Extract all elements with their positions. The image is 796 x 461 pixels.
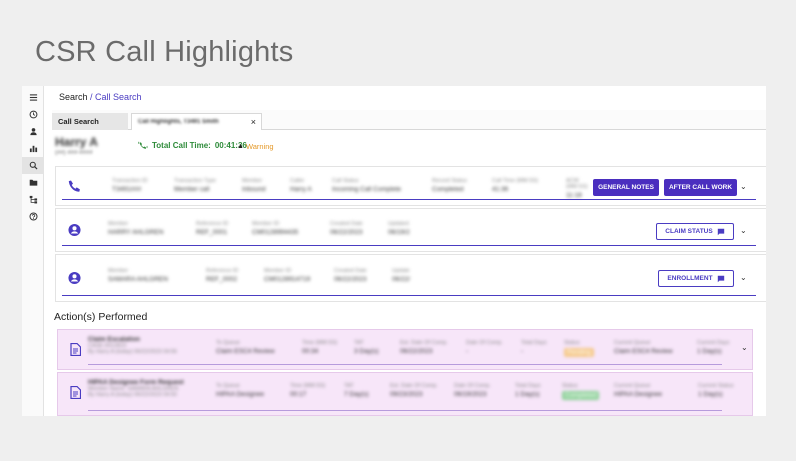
warning-icon: ▲ (237, 143, 244, 150)
field: Member ID CM0128994435 (252, 221, 299, 236)
warning-text: Warning (245, 142, 274, 151)
breadcrumb-root[interactable]: Search (59, 92, 88, 102)
button-label: CLAIM STATUS (665, 228, 713, 235)
comment-icon (717, 228, 724, 235)
page-title: CSR Call Highlights (35, 36, 294, 68)
claim-status-button[interactable]: CLAIM STATUS (656, 223, 734, 240)
field: Current Status 1 Day(s) (698, 383, 734, 398)
breadcrumb: Search / Call Search (59, 92, 142, 102)
chevron-down-icon[interactable]: ⌄ (740, 273, 747, 282)
field: Reference ID REF_0001 (196, 221, 229, 236)
tab-bar: Call Search Call Highlights, T3491 Smith… (52, 110, 766, 130)
history-icon[interactable] (22, 106, 44, 123)
person-icon[interactable] (22, 123, 44, 140)
chevron-down-icon[interactable]: ⌄ (740, 182, 747, 191)
account-circle-icon (68, 271, 81, 285)
folder-icon[interactable] (22, 174, 44, 191)
member-subtext: (##) ###-#### (55, 150, 93, 156)
divider (62, 295, 756, 296)
enrollment-button[interactable]: ENROLLMENT (658, 270, 734, 287)
main-content: Search / Call Search Call Search Call Hi… (45, 86, 766, 416)
hierarchy-icon[interactable] (22, 191, 44, 208)
breadcrumb-separator: / (87, 92, 96, 102)
status-badge: Status Pending (564, 340, 594, 357)
field: TAT 3 Day(s) (354, 340, 379, 355)
action-item[interactable]: HIPAA Designee Form Request Member Name: … (57, 372, 753, 416)
phone-icon (68, 180, 80, 192)
divider (88, 410, 722, 411)
sidebar (22, 86, 44, 416)
field: TAT 7 Day(s) (344, 383, 369, 398)
tab-call-highlights[interactable]: Call Highlights, T3491 Smith × (131, 113, 262, 130)
chevron-down-icon[interactable]: ⌄ (741, 343, 748, 352)
divider (62, 199, 756, 200)
field: Caller Harry A (290, 178, 312, 193)
field: Current Queue HIPAA Designee (614, 383, 662, 398)
document-icon (70, 343, 81, 356)
tab-call-search[interactable]: Call Search (52, 113, 128, 130)
member-name: Harry A (55, 135, 98, 149)
field: Updated 06/19/2 (388, 221, 410, 236)
call-time-label: Total Call Time: (152, 140, 211, 150)
button-label: ENROLLMENT (667, 275, 713, 282)
help-icon[interactable] (22, 208, 44, 225)
field: Total Days 1 Day(s) (515, 383, 541, 398)
enrollment-card: Member SAMARA AHLGREN Reference ID REF_000… (55, 254, 766, 302)
field: Reference ID REF_0002 (206, 268, 239, 283)
divider (88, 364, 722, 365)
field: Record Status Completed (432, 178, 467, 193)
menu-icon[interactable] (22, 89, 44, 106)
field: Time (MM:SS) 00:17 (290, 383, 326, 398)
action-item[interactable]: Claim Escalation CASE-0012823 By Harry A (… (57, 329, 753, 370)
field: Total Days - (521, 340, 547, 355)
field: Call Status Incoming Call Complete (332, 178, 402, 193)
field: Update 06/22/ (392, 268, 411, 283)
chevron-down-icon[interactable]: ⌄ (740, 226, 747, 235)
status-badge: Status Completed (562, 383, 600, 400)
field: Created Date 06/22/2023 (334, 268, 367, 283)
field: Date Of Comp. 06/19/2023 (454, 383, 491, 398)
field: To Queue Claim ESC4 Review (216, 340, 275, 355)
bar-chart-icon[interactable] (22, 140, 44, 157)
phone-ringing-icon (138, 141, 148, 149)
field: Est. Date Of Comp. 09/23/2023 (390, 383, 438, 398)
close-icon[interactable]: × (251, 117, 256, 127)
tab-label: Call Search (58, 117, 99, 126)
document-icon (70, 386, 81, 399)
field: Transaction ID T3491### (112, 178, 148, 193)
field: Est. Date Of Comp. 06/22/2023 (400, 340, 448, 355)
divider (62, 245, 756, 246)
tab-label: Call Highlights, T3491 Smith (138, 119, 219, 125)
field: Current Queue Claim ESC4 Review (614, 340, 673, 355)
field: Transaction Type Member call (174, 178, 216, 193)
field: To Queue HIPAA Designee (216, 383, 264, 398)
field: Member ID CM0128914719 (264, 268, 311, 283)
field: Member Inbound (242, 178, 266, 193)
field: Member SAMARA AHLGREN (108, 268, 168, 283)
claim-card: Member HARRY AHLGREN Reference ID REF_0001… (55, 208, 766, 252)
field: ACW (MM:SS) 11:18 (566, 178, 588, 199)
general-notes-button[interactable]: GENERAL NOTES (593, 179, 659, 196)
after-call-work-button[interactable]: AFTER CALL WORK (664, 179, 737, 196)
call-detail-card: Transaction ID T3491### Transaction Type M… (55, 166, 766, 206)
action-title: HIPAA Designee Form Request Member Name: … (88, 379, 184, 398)
field: Date Of Comp. - (466, 340, 503, 355)
field: Member HARRY AHLGREN (108, 221, 164, 236)
search-icon[interactable] (22, 157, 44, 174)
comment-icon (717, 275, 724, 282)
app-window: Search / Call Search Call Search Call Hi… (22, 86, 766, 416)
field: Call Time (MM:SS) 41:36 (492, 178, 539, 193)
field: Current Days 1 Day(s) (697, 340, 730, 355)
field: Created Date 06/22/2023 (330, 221, 363, 236)
action-title: Claim Escalation CASE-0012823 By Harry A (… (88, 336, 177, 355)
actions-section-title: Action(s) Performed (54, 311, 148, 323)
breadcrumb-current[interactable]: Call Search (95, 92, 142, 102)
member-header: Harry A (##) ###-#### (55, 135, 98, 156)
call-timer: Total Call Time: 00:41:36 (138, 140, 247, 150)
account-circle-icon (68, 223, 81, 237)
field: Time (MM:SS) 00:34 (302, 340, 338, 355)
warning-indicator: ▲ Warning (237, 142, 274, 151)
